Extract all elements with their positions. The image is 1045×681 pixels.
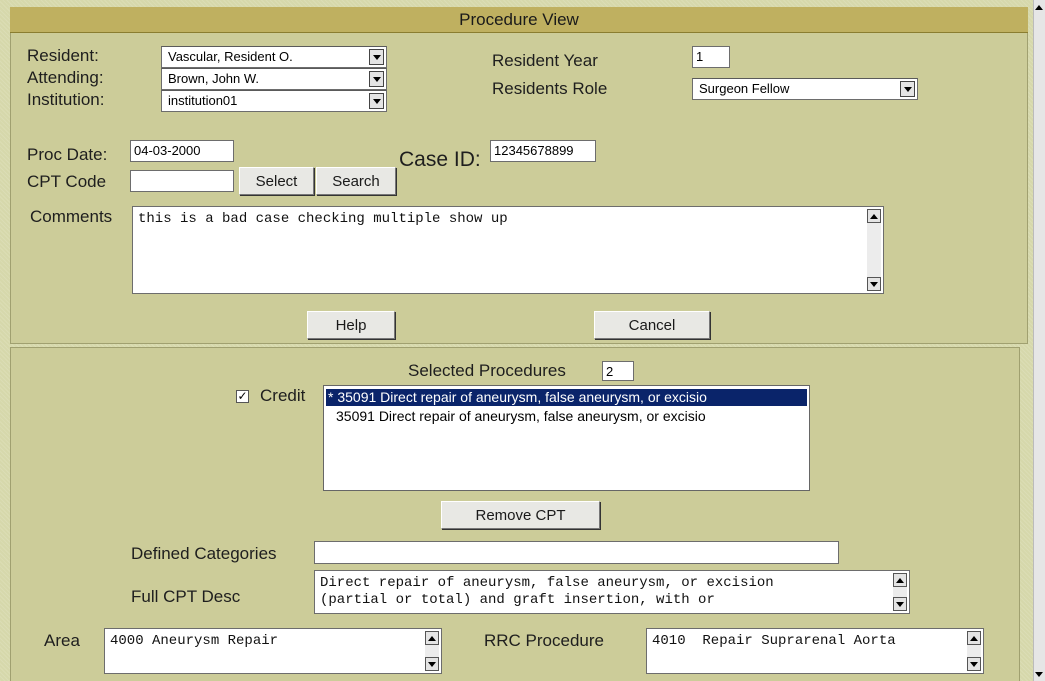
- scroll-up-icon[interactable]: [867, 209, 881, 223]
- list-item[interactable]: 35091 Direct repair of aneurysm, false a…: [326, 408, 815, 425]
- proc-date-value: 04-03-2000: [134, 143, 201, 158]
- proc-date-input[interactable]: 04-03-2000: [130, 140, 234, 162]
- residents-role-label: Residents Role: [492, 79, 608, 98]
- chevron-down-icon[interactable]: [900, 81, 915, 97]
- institution-label: Institution:: [27, 90, 105, 109]
- scroll-down-icon[interactable]: [867, 277, 881, 291]
- chevron-down-icon[interactable]: [369, 49, 384, 65]
- remove-cpt-button[interactable]: Remove CPT: [441, 501, 600, 529]
- title-bar: Procedure View: [10, 7, 1028, 33]
- select-button[interactable]: Select: [239, 167, 314, 195]
- cancel-button[interactable]: Cancel: [594, 311, 710, 339]
- scroll-down-icon[interactable]: [1033, 667, 1045, 681]
- scroll-up-icon[interactable]: [967, 631, 981, 645]
- institution-value: institution01: [168, 93, 238, 108]
- search-button[interactable]: Search: [316, 167, 396, 195]
- scroll-up-icon[interactable]: [425, 631, 439, 645]
- page-title: Procedure View: [459, 10, 579, 29]
- resident-year-input[interactable]: 1: [692, 46, 730, 68]
- credit-label: Credit: [260, 386, 306, 405]
- scroll-down-icon[interactable]: [967, 657, 981, 671]
- full-cpt-desc-scrollbar[interactable]: [893, 573, 907, 611]
- resident-year-value: 1: [696, 49, 704, 64]
- rrc-scrollbar[interactable]: [967, 631, 981, 671]
- comments-textarea[interactable]: this is a bad case checking multiple sho…: [132, 206, 884, 294]
- scroll-up-icon[interactable]: [1033, 0, 1045, 14]
- comments-scrollbar[interactable]: [867, 209, 881, 291]
- selected-procedures-label: Selected Procedures: [408, 361, 566, 380]
- scroll-up-icon[interactable]: [893, 573, 907, 587]
- defined-categories-label: Defined Categories: [131, 544, 277, 563]
- rrc-procedure-textarea[interactable]: 4010 Repair Suprarenal Aorta: [646, 628, 984, 674]
- cpt-code-label: CPT Code: [27, 172, 107, 191]
- chevron-down-icon[interactable]: [369, 71, 384, 87]
- credit-checkbox[interactable]: ✓: [236, 390, 249, 403]
- rrc-procedure-value: 4010 Repair Suprarenal Aorta: [652, 633, 896, 649]
- resident-year-label: Resident Year: [492, 51, 598, 70]
- selected-count-value: 2: [606, 364, 614, 379]
- defined-categories-input[interactable]: [314, 541, 839, 564]
- institution-select[interactable]: institution01: [161, 90, 387, 112]
- attending-select[interactable]: Brown, John W.: [161, 68, 387, 90]
- scroll-down-icon[interactable]: [893, 597, 907, 611]
- resident-select[interactable]: Vascular, Resident O.: [161, 46, 387, 68]
- resident-label: Resident:: [27, 46, 99, 65]
- full-cpt-desc-line2: (partial or total) and graft insertion, …: [320, 592, 715, 608]
- area-value: 4000 Aneurysm Repair: [110, 633, 279, 649]
- residents-role-value: Surgeon Fellow: [699, 81, 790, 96]
- area-label: Area: [44, 631, 80, 650]
- comments-label: Comments: [30, 207, 113, 226]
- rrc-procedure-label: RRC Procedure: [484, 631, 604, 650]
- resident-value: Vascular, Resident O.: [168, 49, 293, 64]
- chevron-down-icon[interactable]: [369, 93, 384, 109]
- attending-value: Brown, John W.: [168, 71, 260, 86]
- full-cpt-desc-label: Full CPT Desc: [131, 587, 241, 606]
- full-cpt-desc-line1: Direct repair of aneurysm, false aneurys…: [320, 575, 774, 591]
- attending-label: Attending:: [27, 68, 104, 87]
- procedures-listbox[interactable]: * 35091 Direct repair of aneurysm, false…: [323, 385, 810, 491]
- list-item[interactable]: * 35091 Direct repair of aneurysm, false…: [326, 389, 807, 406]
- case-id-label: Case ID:: [399, 148, 481, 171]
- case-id-input[interactable]: 12345678899: [490, 140, 596, 162]
- area-scrollbar[interactable]: [425, 631, 439, 671]
- full-cpt-desc-textarea[interactable]: Direct repair of aneurysm, false aneurys…: [314, 570, 910, 614]
- area-textarea[interactable]: 4000 Aneurysm Repair: [104, 628, 442, 674]
- comments-value: this is a bad case checking multiple sho…: [138, 211, 508, 227]
- selected-count-field: 2: [602, 361, 634, 381]
- scroll-down-icon[interactable]: [425, 657, 439, 671]
- page-scrollbar[interactable]: [1033, 0, 1045, 681]
- help-button[interactable]: Help: [307, 311, 395, 339]
- cpt-code-input[interactable]: [130, 170, 234, 192]
- check-icon: ✓: [237, 389, 248, 403]
- proc-date-label: Proc Date:: [27, 145, 108, 164]
- residents-role-select[interactable]: Surgeon Fellow: [692, 78, 918, 100]
- case-id-value: 12345678899: [494, 143, 574, 158]
